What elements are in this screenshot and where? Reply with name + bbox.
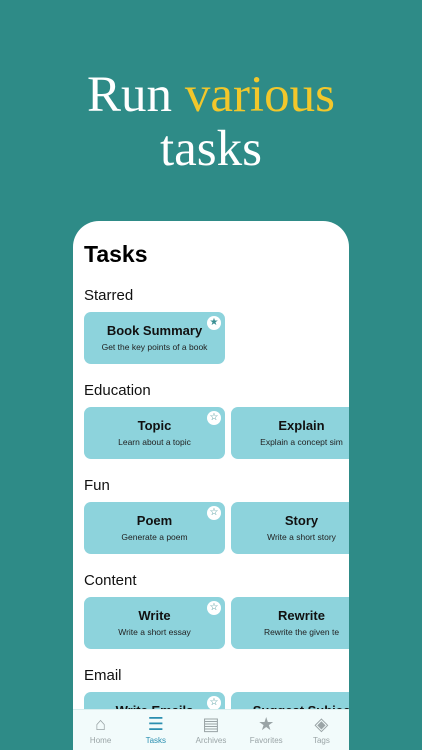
- section-label-email: Email: [84, 667, 122, 684]
- section-label-starred: Starred: [84, 287, 134, 304]
- tab-label: Favorites: [249, 736, 283, 745]
- star-outline-icon[interactable]: ☆: [207, 696, 221, 710]
- card-title: Story: [284, 513, 319, 528]
- card-title: Explain: [278, 418, 325, 433]
- headline-line2: tasks: [160, 121, 262, 177]
- card-subtitle: Explain a concept sim: [260, 437, 343, 447]
- tag-icon: ◈: [314, 714, 329, 734]
- tab-bar: ⌂ Home ☰ Tasks ▤ Archives ★ Favorites ◈ …: [73, 709, 349, 750]
- archive-box-icon: ▤: [202, 714, 220, 734]
- headline: Run various tasks: [0, 68, 422, 176]
- section-label-content: Content: [84, 572, 137, 589]
- task-card-rewrite[interactable]: Rewrite Rewrite the given te: [231, 597, 349, 649]
- card-title: Poem: [136, 513, 173, 528]
- tab-archives[interactable]: ▤ Archives: [183, 710, 238, 750]
- list-icon: ☰: [147, 714, 164, 734]
- screen-title: Tasks: [84, 241, 148, 267]
- star-outline-icon[interactable]: ☆: [207, 506, 221, 520]
- tab-label: Archives: [195, 736, 227, 745]
- tab-label: Tags: [312, 736, 330, 745]
- card-title: Book Summary: [106, 323, 203, 338]
- section-label-fun: Fun: [84, 477, 110, 494]
- card-subtitle: Get the key points of a book: [101, 342, 208, 352]
- phone-screen: Tasks Starred Book Summary Get the key p…: [73, 221, 349, 750]
- star-outline-icon[interactable]: ☆: [207, 411, 221, 425]
- card-subtitle: Write a short story: [267, 532, 336, 542]
- star-outline-icon[interactable]: ☆: [207, 601, 221, 615]
- tab-favorites[interactable]: ★ Favorites: [239, 710, 294, 750]
- tab-tags[interactable]: ◈ Tags: [294, 710, 349, 750]
- section-label-education: Education: [84, 382, 151, 399]
- card-title: Topic: [137, 418, 172, 433]
- card-title: Rewrite: [278, 608, 325, 623]
- task-card-explain[interactable]: Explain Explain a concept sim: [231, 407, 349, 459]
- card-subtitle: Generate a poem: [121, 532, 188, 542]
- tab-label: Tasks: [145, 736, 167, 745]
- task-card-write[interactable]: Write Write a short essay ☆: [84, 597, 225, 649]
- tab-tasks[interactable]: ☰ Tasks: [128, 710, 183, 750]
- task-card-book-summary[interactable]: Book Summary Get the key points of a boo…: [84, 312, 225, 364]
- headline-accent: various: [184, 67, 335, 123]
- card-title: Write: [138, 608, 171, 623]
- card-subtitle: Write a short essay: [118, 627, 191, 637]
- card-subtitle: Rewrite the given te: [263, 627, 340, 637]
- headline-part1: Run: [87, 67, 185, 123]
- star-filled-icon[interactable]: ★: [207, 316, 221, 330]
- star-icon: ★: [258, 714, 275, 734]
- card-subtitle: Learn about a topic: [118, 437, 191, 447]
- task-card-poem[interactable]: Poem Generate a poem ☆: [84, 502, 225, 554]
- house-icon: ⌂: [95, 714, 107, 734]
- task-card-topic[interactable]: Topic Learn about a topic ☆: [84, 407, 225, 459]
- tab-label: Home: [89, 736, 112, 745]
- tab-home[interactable]: ⌂ Home: [73, 710, 128, 750]
- task-card-story[interactable]: Story Write a short story: [231, 502, 349, 554]
